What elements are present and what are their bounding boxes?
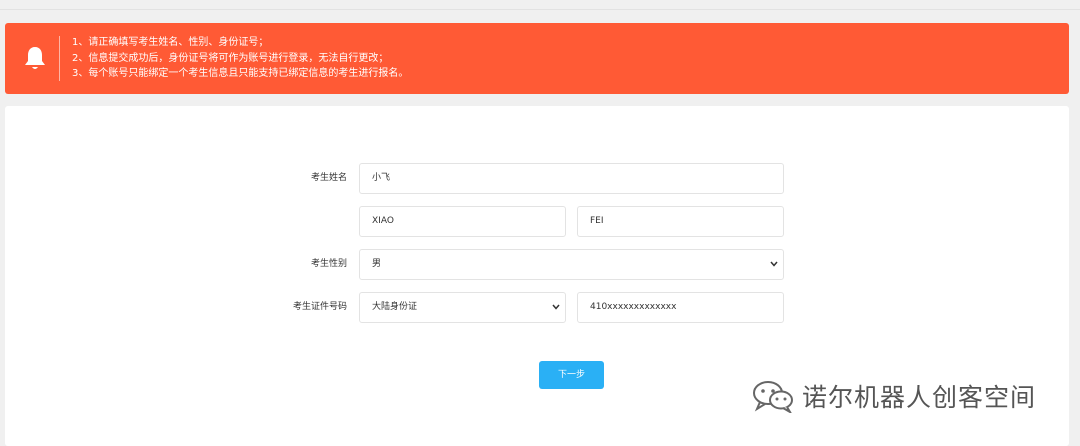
gender-select[interactable]: 男 [359, 249, 784, 280]
watermark: 诺尔机器人创客空间 [752, 378, 1036, 414]
id-number-input[interactable]: 410xxxxxxxxxxxxx [577, 292, 784, 323]
chevron-down-icon [770, 261, 778, 267]
next-step-button[interactable]: 下一步 [539, 361, 604, 389]
notice-banner: 1、请正确填写考生姓名、性别、身份证号； 2、信息提交成功后，身份证号将可作为账… [5, 23, 1069, 94]
id-type-select-value: 大陆身份证 [372, 302, 418, 312]
watermark-text: 诺尔机器人创客空间 [802, 383, 1037, 412]
notice-divider [59, 36, 60, 81]
gender-select-value: 男 [372, 259, 382, 269]
gender-label: 考生性别 [310, 259, 347, 269]
notice-line-3: 3、每个账号只能绑定一个考生信息且只能支持已绑定信息的考生进行报名。 [72, 68, 409, 79]
name-label: 考生姓名 [310, 173, 347, 183]
top-divider [0, 9, 1080, 10]
name-input[interactable]: 小飞 [359, 163, 784, 194]
notice-line-1: 1、请正确填写考生姓名、性别、身份证号； [72, 37, 269, 48]
wechat-icon [753, 381, 793, 413]
given-name-pinyin-input[interactable]: FEI [577, 206, 784, 237]
chevron-down-icon [552, 304, 560, 310]
notice-text: 1、请正确填写考生姓名、性别、身份证号； 2、信息提交成功后，身份证号将可作为账… [72, 35, 408, 82]
bell-icon [25, 47, 45, 69]
id-type-select[interactable]: 大陆身份证 [359, 292, 566, 323]
notice-line-2: 2、信息提交成功后，身份证号将可作为账号进行登录，无法自行更改； [72, 52, 389, 64]
id-label: 考生证件号码 [292, 302, 347, 312]
surname-pinyin-input[interactable]: XIAO [359, 206, 566, 237]
